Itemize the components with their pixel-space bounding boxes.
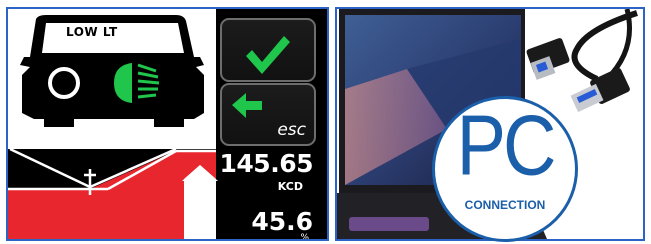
reading-unit: KCD [277,180,303,193]
confirm-button[interactable] [220,18,316,82]
reading-value: 145.65 [219,149,314,178]
check-icon [246,36,290,74]
usb-b-plug [526,38,570,80]
usb-a-plug [570,68,630,113]
badge-title: PC [456,97,557,194]
percent-unit: % [300,233,309,241]
pc-connection-badge: PC CONNECTION [432,96,578,242]
esc-label: esc [277,120,306,140]
badge-subtitle: CONNECTION [464,198,546,212]
vehicle-headlamp-illustration [8,9,218,239]
mode-label: LOW LT [66,25,118,39]
percent-value: 45.6 [251,207,313,236]
esc-button[interactable]: esc [220,83,316,146]
headlamp-tester-display: LOW LT esc 145.65 KCD 45.6 % [6,7,329,241]
